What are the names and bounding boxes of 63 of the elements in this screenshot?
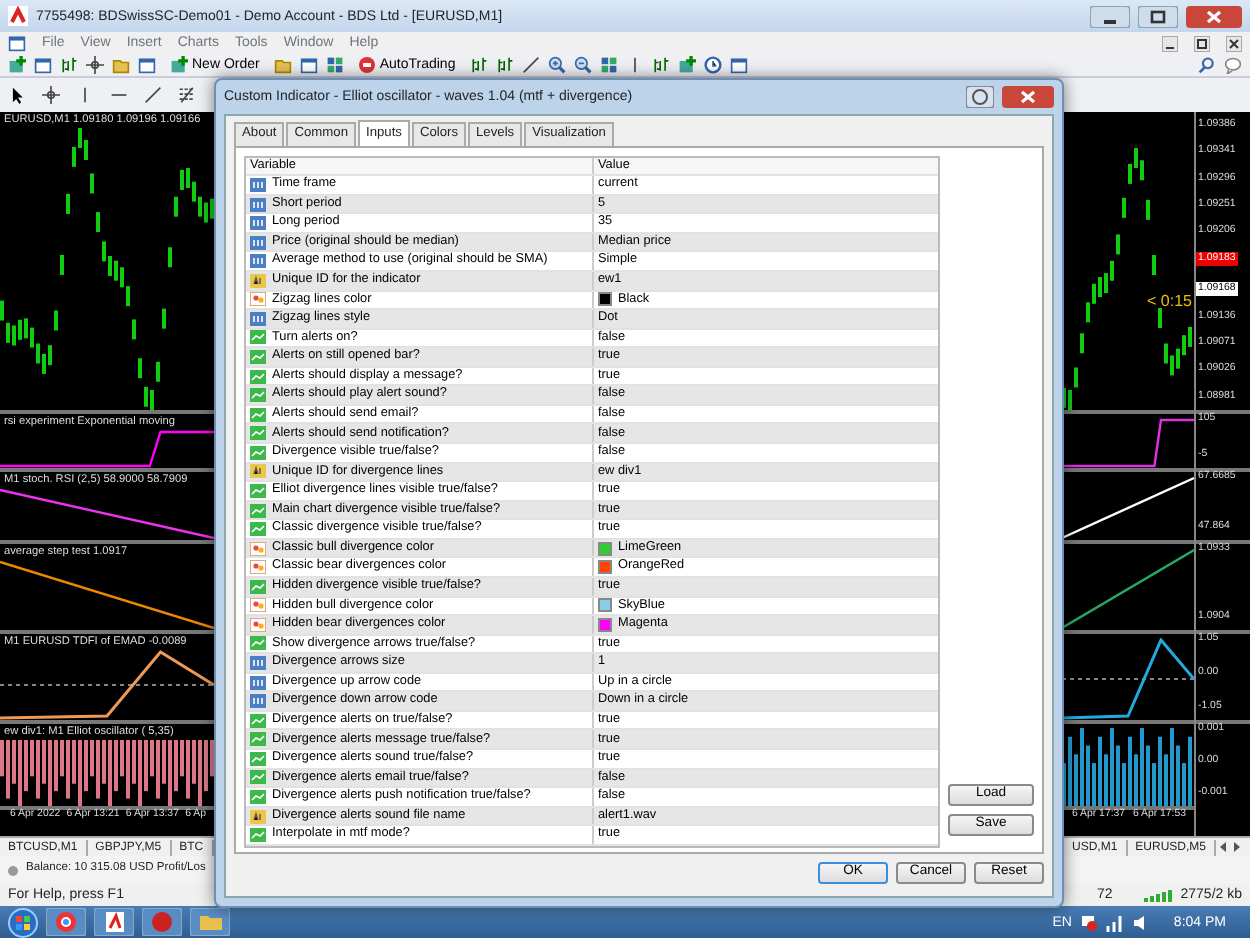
browser-icon[interactable] — [46, 908, 86, 936]
profiles-icon[interactable] — [34, 56, 52, 74]
start-icon[interactable] — [8, 907, 38, 937]
zoom-in-icon[interactable] — [547, 56, 566, 74]
minimize-icon[interactable] — [1090, 5, 1130, 27]
text-icon — [250, 809, 266, 823]
number-icon — [250, 694, 266, 709]
folder-icon[interactable] — [190, 908, 230, 936]
number-icon — [250, 216, 266, 231]
number-icon — [250, 235, 266, 250]
average-line-drawing — [1062, 548, 1194, 630]
window-icon[interactable] — [299, 56, 318, 74]
palette-icon — [250, 541, 266, 556]
text-icon — [250, 464, 266, 479]
menu-window-icon — [8, 34, 26, 52]
number-icon — [250, 656, 266, 670]
number-icon — [250, 311, 266, 326]
plus-icon — [170, 56, 188, 74]
autoscroll-icon[interactable] — [651, 56, 670, 74]
bar-chart-icon[interactable] — [469, 56, 488, 74]
connection-bars-icon — [1144, 888, 1173, 902]
histogram-drawing — [1062, 728, 1194, 806]
window-icon[interactable] — [138, 56, 156, 74]
bars-icon[interactable] — [60, 56, 78, 74]
maximize-icon[interactable] — [1138, 5, 1178, 27]
crosshair-icon[interactable] — [86, 56, 104, 74]
search-icon[interactable] — [1198, 56, 1216, 74]
line-chart-icon[interactable] — [521, 56, 540, 74]
new-chart-icon[interactable] — [8, 56, 26, 74]
tile-icon[interactable] — [325, 56, 344, 74]
minimize-icon[interactable] — [1162, 35, 1178, 51]
close-icon[interactable] — [1226, 35, 1242, 51]
speaker-icon[interactable] — [1131, 913, 1150, 931]
app-icon — [8, 6, 28, 26]
close-icon[interactable] — [1002, 86, 1054, 108]
zoom-out-icon[interactable] — [573, 56, 592, 74]
palette-icon — [250, 598, 266, 613]
palette-icon — [250, 617, 266, 632]
help-icon[interactable] — [966, 86, 994, 108]
countdown-timer: < 0:15 — [1147, 294, 1192, 310]
app-icon[interactable] — [94, 908, 134, 936]
stop-icon — [357, 56, 376, 74]
number-icon — [250, 675, 266, 690]
close-icon[interactable] — [1186, 5, 1242, 27]
number-icon — [250, 254, 266, 269]
stochastic-line-drawing — [1062, 476, 1194, 540]
clock-icon[interactable] — [703, 56, 722, 74]
restore-icon[interactable] — [1194, 35, 1210, 51]
text-icon — [250, 273, 266, 288]
rsi-line-drawing — [1062, 418, 1194, 468]
status-dot-icon — [8, 865, 18, 875]
palette-icon — [250, 560, 266, 575]
palette-icon — [250, 292, 266, 307]
templates-icon[interactable] — [729, 56, 748, 74]
crosshair-icon[interactable] — [42, 86, 60, 104]
fibonacci-icon[interactable] — [178, 86, 196, 104]
trendline-icon[interactable] — [144, 86, 162, 104]
tile-windows-icon[interactable] — [599, 56, 618, 74]
number-icon — [250, 197, 266, 211]
candlestick-icon[interactable] — [495, 56, 514, 74]
cursor-icon[interactable] — [8, 86, 26, 104]
signal-icon[interactable] — [1105, 913, 1124, 931]
indicators-icon[interactable] — [677, 56, 696, 74]
